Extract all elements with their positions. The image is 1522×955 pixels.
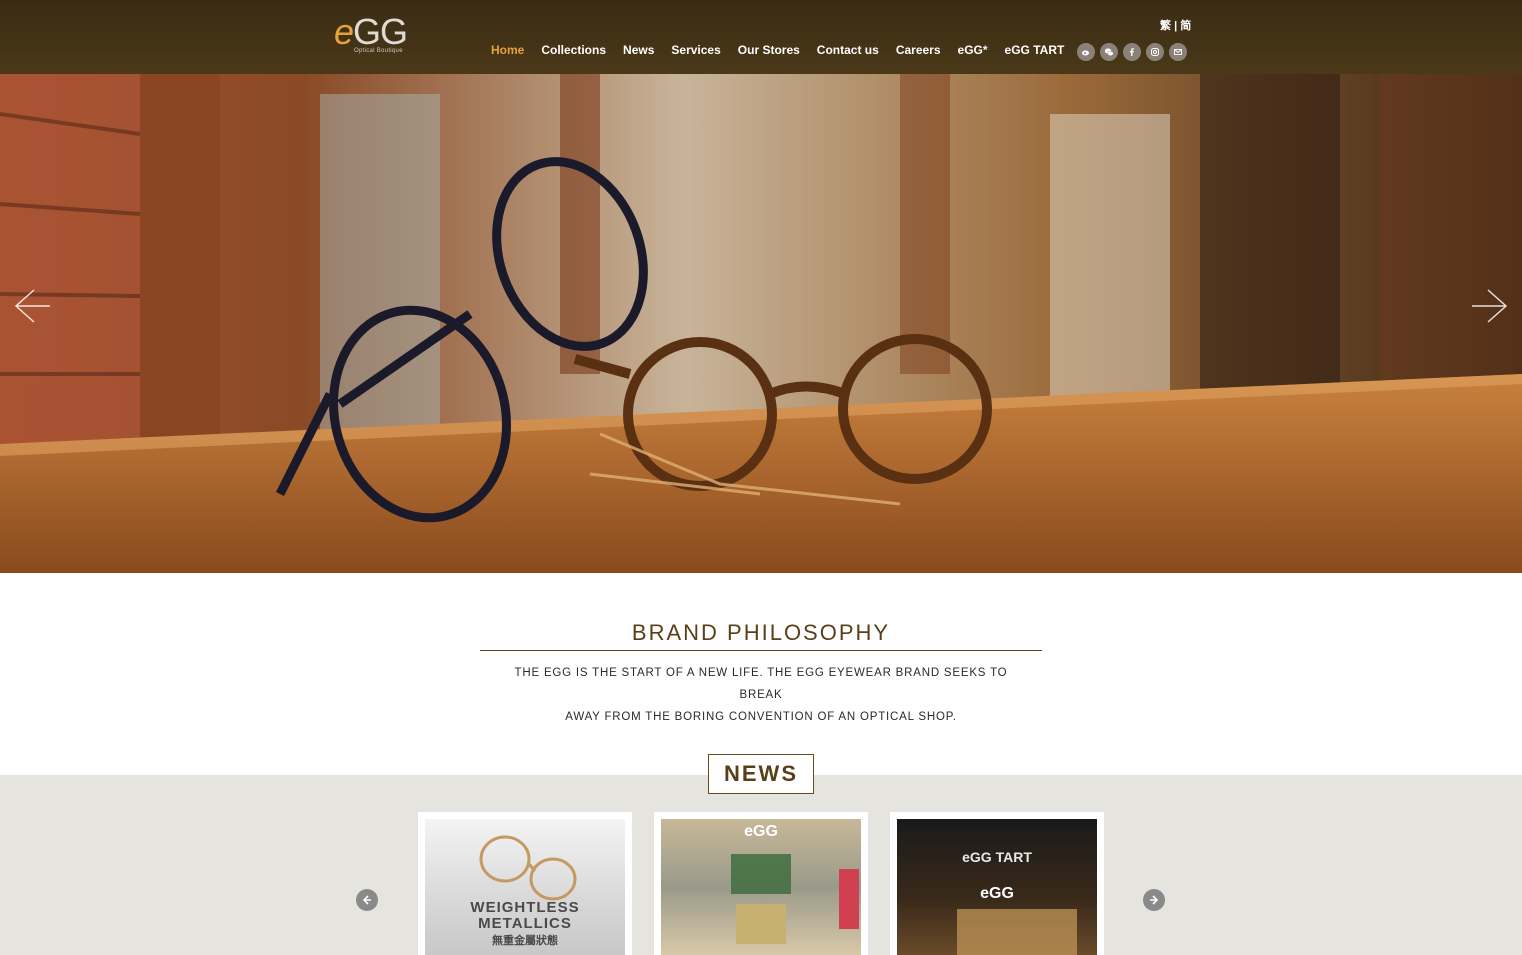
site-header: eGG Optical Boutique Home Collections Ne… xyxy=(0,0,1522,74)
nav-contact-us[interactable]: Contact us xyxy=(817,43,879,57)
nav-collections[interactable]: Collections xyxy=(541,43,606,57)
language-switcher: 繁 | 简 xyxy=(1160,17,1191,33)
weibo-icon[interactable] xyxy=(1077,43,1095,61)
arrow-left-icon xyxy=(362,895,371,905)
email-icon[interactable] xyxy=(1169,43,1187,61)
wechat-icon[interactable] xyxy=(1100,43,1118,61)
logo-text: GG xyxy=(353,11,408,52)
brand-text-line-2: AWAY FROM THE BORING CONVENTION OF AN OP… xyxy=(565,711,957,723)
nav-careers[interactable]: Careers xyxy=(896,43,941,57)
nav-services[interactable]: Services xyxy=(671,43,720,57)
logo-e: e xyxy=(334,11,354,52)
news-card-image: eGG xyxy=(661,819,861,955)
brand-text-line-1: THE EGG IS THE START OF A NEW LIFE. THE … xyxy=(514,667,1008,701)
hero-next-arrow[interactable] xyxy=(1470,286,1510,326)
lang-traditional[interactable]: 繁 xyxy=(1160,20,1171,32)
news-card-label: WEIGHTLESS xyxy=(470,899,580,916)
arrow-right-icon xyxy=(1150,895,1159,905)
lang-simplified[interactable]: 简 xyxy=(1180,20,1191,32)
logo-subtitle: Optical Boutique xyxy=(354,48,403,54)
nav-our-stores[interactable]: Our Stores xyxy=(738,43,800,57)
brand-philosophy-title: BRAND PHILOSOPHY xyxy=(631,620,891,645)
news-card-image: eGG TART eGG xyxy=(897,819,1097,955)
news-card-image: WEIGHTLESS METALLICS 無重金屬狀態 xyxy=(425,819,625,955)
news-prev-button[interactable] xyxy=(356,889,378,911)
news-title: NEWS xyxy=(708,754,814,794)
nav-egg-star[interactable]: eGG* xyxy=(958,43,988,57)
news-card-label: 無重金屬狀態 xyxy=(492,935,558,947)
instagram-icon[interactable] xyxy=(1146,43,1164,61)
nav-news[interactable]: News xyxy=(623,43,654,57)
news-next-button[interactable] xyxy=(1143,889,1165,911)
hero-image xyxy=(0,74,1522,573)
social-links xyxy=(1077,43,1187,61)
hero-slider xyxy=(0,74,1522,573)
brand-divider xyxy=(480,650,1042,651)
logo[interactable]: eGG Optical Boutique xyxy=(334,12,424,58)
news-card[interactable]: WEIGHTLESS METALLICS 無重金屬狀態 xyxy=(418,812,632,955)
nav-home[interactable]: Home xyxy=(491,43,524,57)
lang-separator: | xyxy=(1174,20,1178,32)
hero-prev-arrow[interactable] xyxy=(12,286,52,326)
news-card-label: METALLICS xyxy=(478,915,572,932)
facebook-icon[interactable] xyxy=(1123,43,1141,61)
news-card[interactable]: eGG TART eGG xyxy=(890,812,1104,955)
brand-philosophy-text: THE EGG IS THE START OF A NEW LIFE. THE … xyxy=(500,662,1022,728)
nav-egg-tart[interactable]: eGG TART xyxy=(1005,43,1065,57)
main-nav: Home Collections News Services Our Store… xyxy=(491,43,1081,57)
news-card[interactable]: eGG xyxy=(654,812,868,955)
